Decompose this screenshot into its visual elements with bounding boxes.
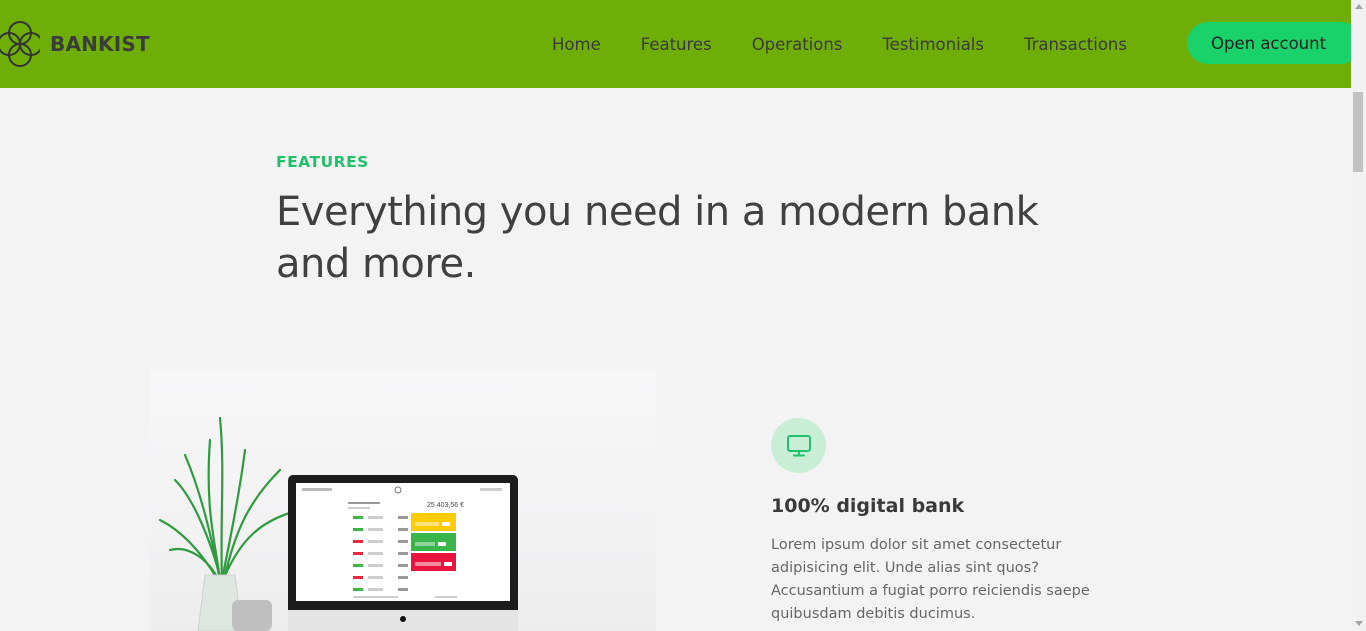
scroll-down-arrow-icon[interactable] bbox=[1355, 621, 1363, 626]
scrollbar-thumb[interactable] bbox=[1353, 92, 1363, 172]
feature-description: Lorem ipsum dolor sit amet consectetur a… bbox=[771, 537, 1090, 622]
site-header: BANKIST Home Features Operations Testimo… bbox=[0, 0, 1362, 88]
desk-computer-illustration: 25 403,56 € bbox=[158, 416, 518, 631]
main-nav: Home Features Operations Testimonials Tr… bbox=[552, 0, 1167, 88]
bankist-logo-icon bbox=[0, 21, 40, 67]
nav-link-home[interactable]: Home bbox=[552, 35, 601, 54]
nav-link-operations[interactable]: Operations bbox=[752, 35, 843, 54]
nav-link-features[interactable]: Features bbox=[641, 35, 712, 54]
screen-balance: 25 403,56 € bbox=[427, 502, 464, 509]
nav-link-transactions[interactable]: Transactions bbox=[1024, 35, 1127, 54]
monitor-icon bbox=[786, 434, 811, 456]
logo-text: BANKIST bbox=[50, 32, 150, 56]
feature-icon-circle bbox=[771, 418, 826, 473]
scroll-up-arrow-icon[interactable] bbox=[1355, 4, 1363, 9]
section-title: Everything you need in a modern bank and… bbox=[276, 189, 1039, 287]
plant-icon bbox=[158, 416, 302, 582]
feature-image: 25 403,56 € bbox=[150, 370, 656, 631]
nav-link-testimonials[interactable]: Testimonials bbox=[882, 35, 984, 54]
section-tag: FEATURES bbox=[276, 153, 369, 171]
open-account-button[interactable]: Open account bbox=[1187, 22, 1362, 64]
feature-heading: 100% digital bank bbox=[771, 495, 965, 517]
logo[interactable]: BANKIST bbox=[0, 21, 150, 67]
